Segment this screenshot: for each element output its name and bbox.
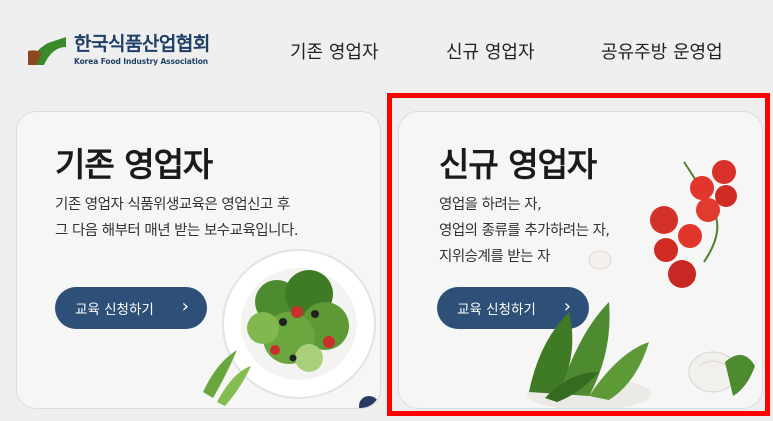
button-label: 교육 신청하기: [75, 302, 154, 318]
card-description-line: 지위승계를 받는 자: [439, 249, 550, 265]
main-nav: 기존 영업자 신규 영업자 공유주방 운영업: [0, 38, 773, 68]
apply-education-button[interactable]: 교육 신청하기 ›: [55, 287, 207, 329]
card-new-business[interactable]: 신규 영업자 영업을 하려는 자, 영업의 종류를 추가하려는 자, 지위승계를…: [398, 111, 763, 409]
card-description: 영업을 하려는 자, 영업의 종류를 추가하려는 자, 지위승계를 받는 자: [439, 192, 610, 270]
cherry-tomatoes-icon: [650, 160, 737, 288]
chevron-right-icon: ›: [181, 296, 189, 317]
card-description-line: 영업의 종류를 추가하려는 자,: [439, 223, 610, 239]
garlic-clove-icon: [588, 250, 612, 270]
card-description-line: 영업을 하려는 자,: [439, 197, 542, 213]
card-description-line: 기존 영업자 식품위생교육은 영업신고 후: [55, 197, 290, 213]
garlic-icon: [688, 351, 755, 396]
card-description: 기존 영업자 식품위생교육은 영업신고 후 그 다음 해부터 매년 받는 보수교…: [55, 192, 298, 244]
site-header: 한국식품산업협회 Korea Food Industry Association…: [0, 0, 773, 100]
nav-item-new-business[interactable]: 신규 영업자: [446, 38, 535, 64]
card-existing-business[interactable]: 기존 영업자 기존 영업자 식품위생교육은 영업신고 후 그 다음 해부터 매년…: [16, 111, 381, 409]
spinach-icon: [527, 302, 651, 408]
nav-item-shared-kitchen[interactable]: 공유주방 운영업: [601, 38, 723, 64]
salad-bowl-icon: [203, 249, 379, 408]
nav-item-existing-business[interactable]: 기존 영업자: [290, 38, 379, 64]
card-title: 신규 영업자: [439, 145, 597, 184]
page: 한국식품산업협회 Korea Food Industry Association…: [0, 0, 773, 421]
card-title: 기존 영업자: [55, 145, 213, 184]
card-description-line: 그 다음 해부터 매년 받는 보수교육입니다.: [55, 223, 298, 239]
